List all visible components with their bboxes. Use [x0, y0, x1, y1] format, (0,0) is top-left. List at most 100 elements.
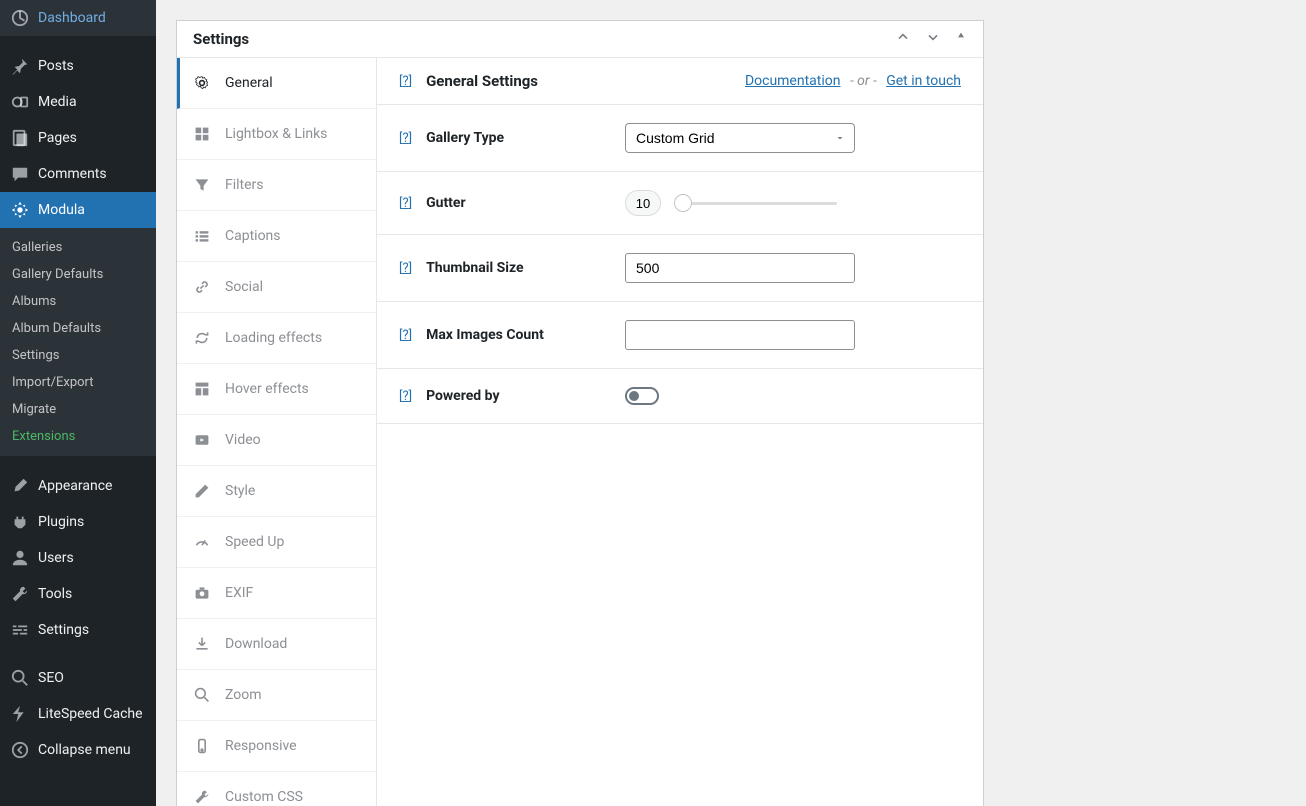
pin-icon [10, 56, 30, 76]
submenu-settings[interactable]: Settings [0, 342, 156, 369]
tab-label: Hover effects [225, 381, 309, 397]
sidebar-item-litespeed[interactable]: LiteSpeed Cache [0, 696, 156, 732]
help-link[interactable]: ? [399, 74, 412, 89]
sidebar-item-dashboard[interactable]: Dashboard [0, 0, 156, 36]
sidebar-item-pages[interactable]: Pages [0, 120, 156, 156]
reload-icon [193, 329, 211, 347]
submenu-album-defaults[interactable]: Album Defaults [0, 315, 156, 342]
tab-exif[interactable]: EXIF [177, 568, 376, 619]
grid-icon [193, 125, 211, 143]
settings-tabs: General Lightbox & Links Filters Caption… [177, 58, 377, 806]
tab-general[interactable]: General [177, 58, 376, 109]
sidebar-item-appearance[interactable]: Appearance [0, 468, 156, 504]
brush-icon [10, 476, 30, 496]
tab-hover[interactable]: Hover effects [177, 364, 376, 415]
sidebar-item-modula[interactable]: Modula [0, 192, 156, 228]
tab-style[interactable]: Style [177, 466, 376, 517]
help-link[interactable]: ? [399, 328, 412, 343]
help-link[interactable]: ? [399, 196, 412, 211]
sidebar-item-collapse[interactable]: Collapse menu [0, 732, 156, 768]
gutter-slider[interactable] [677, 202, 837, 205]
tab-download[interactable]: Download [177, 619, 376, 670]
submenu-migrate[interactable]: Migrate [0, 396, 156, 423]
tab-filters[interactable]: Filters [177, 160, 376, 211]
submenu-albums[interactable]: Albums [0, 288, 156, 315]
tab-label: Zoom [225, 687, 262, 703]
content-header: ? General Settings Documentation - or - … [377, 58, 983, 105]
sidebar-item-label: Comments [38, 166, 107, 182]
sidebar-item-label: Media [38, 94, 77, 110]
panel-controls [895, 29, 967, 49]
admin-sidebar: Dashboard Posts Media Pages Comments Mod… [0, 0, 156, 806]
modula-submenu: Galleries Gallery Defaults Albums Album … [0, 228, 156, 456]
field-label: Max Images Count [426, 327, 544, 343]
help-link[interactable]: ? [399, 389, 412, 404]
sidebar-item-label: Plugins [38, 514, 84, 530]
help-link[interactable]: ? [399, 131, 412, 146]
tab-label: Style [225, 483, 255, 499]
tab-responsive[interactable]: Responsive [177, 721, 376, 772]
sidebar-item-users[interactable]: Users [0, 540, 156, 576]
sidebar-item-posts[interactable]: Posts [0, 48, 156, 84]
panel-down-icon[interactable] [925, 29, 941, 49]
tab-customcss[interactable]: Custom CSS [177, 772, 376, 806]
row-gutter: ? Gutter [377, 172, 983, 235]
sidebar-item-plugins[interactable]: Plugins [0, 504, 156, 540]
sidebar-item-label: Appearance [38, 478, 112, 494]
litespeed-icon [10, 704, 30, 724]
sidebar-item-seo[interactable]: SEO [0, 660, 156, 696]
tab-label: Custom CSS [225, 789, 303, 805]
tab-label: Social [225, 279, 263, 295]
sidebar-item-label: SEO [38, 670, 64, 686]
tab-label: Responsive [225, 738, 297, 754]
submenu-extensions[interactable]: Extensions [0, 423, 156, 450]
tab-zoom[interactable]: Zoom [177, 670, 376, 721]
sidebar-item-label: Dashboard [38, 10, 106, 26]
gallery-type-select[interactable]: Custom Grid [625, 123, 855, 153]
panel-title: Settings [193, 30, 249, 48]
sidebar-item-settings[interactable]: Settings [0, 612, 156, 648]
thumbnail-size-input[interactable] [625, 253, 855, 283]
panel-header: Settings [177, 21, 983, 58]
documentation-link[interactable]: Documentation [745, 73, 841, 89]
field-label: Gallery Type [426, 130, 504, 146]
row-max-images: ? Max Images Count [377, 302, 983, 369]
tab-label: Lightbox & Links [225, 126, 327, 142]
panel-up-icon[interactable] [895, 29, 911, 49]
get-in-touch-link[interactable]: Get in touch [886, 73, 961, 89]
field-label: Gutter [426, 195, 466, 211]
tab-loading[interactable]: Loading effects [177, 313, 376, 364]
sidebar-item-tools[interactable]: Tools [0, 576, 156, 612]
tab-label: Download [225, 636, 287, 652]
plug-icon [10, 512, 30, 532]
funnel-icon [193, 176, 211, 194]
tab-video[interactable]: Video [177, 415, 376, 466]
sidebar-item-comments[interactable]: Comments [0, 156, 156, 192]
tab-captions[interactable]: Captions [177, 211, 376, 262]
wrench2-icon [193, 788, 211, 806]
sliders-icon [10, 620, 30, 640]
slider-thumb[interactable] [674, 194, 692, 212]
submenu-galleries[interactable]: Galleries [0, 234, 156, 261]
help-link[interactable]: ? [399, 261, 412, 276]
sidebar-item-label: Posts [38, 58, 74, 74]
collapse-icon [10, 740, 30, 760]
tab-speedup[interactable]: Speed Up [177, 517, 376, 568]
submenu-gallery-defaults[interactable]: Gallery Defaults [0, 261, 156, 288]
panel-toggle-icon[interactable] [955, 29, 967, 49]
tab-social[interactable]: Social [177, 262, 376, 313]
tab-label: Speed Up [225, 534, 284, 550]
download-icon [193, 635, 211, 653]
list-icon [193, 227, 211, 245]
max-images-input[interactable] [625, 320, 855, 350]
sidebar-item-media[interactable]: Media [0, 84, 156, 120]
row-gallery-type: ? Gallery Type Custom Grid [377, 105, 983, 172]
tab-lightbox[interactable]: Lightbox & Links [177, 109, 376, 160]
row-powered-by: ? Powered by [377, 369, 983, 424]
media-icon [10, 92, 30, 112]
powered-by-toggle[interactable] [625, 387, 659, 405]
gutter-value-input[interactable] [625, 190, 661, 216]
user-icon [10, 548, 30, 568]
page-icon [10, 128, 30, 148]
submenu-import-export[interactable]: Import/Export [0, 369, 156, 396]
